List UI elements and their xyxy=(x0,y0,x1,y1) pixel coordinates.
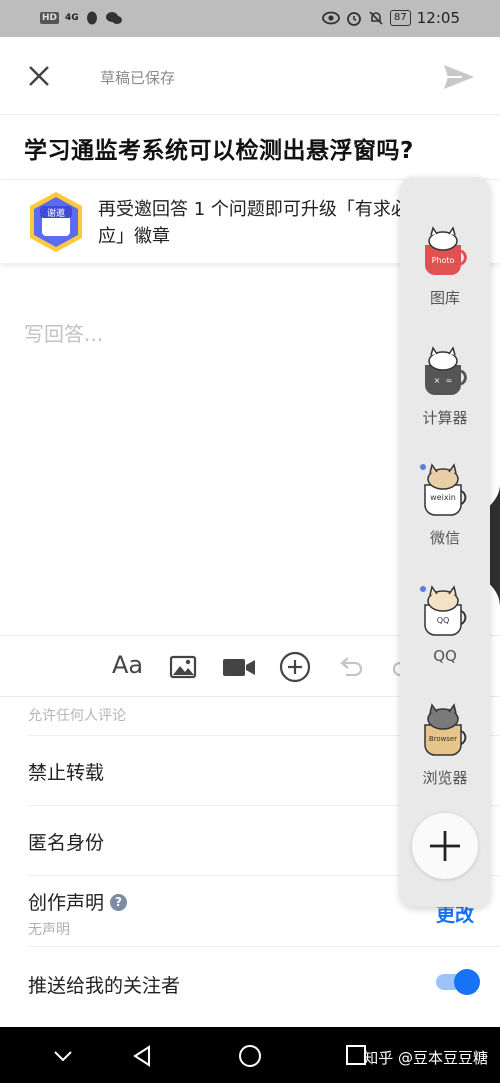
video-icon[interactable] xyxy=(222,650,256,684)
dock-item-wechat[interactable]: weixin 微信 xyxy=(400,455,490,565)
dock-item-calculator[interactable]: × = 计算器 xyxy=(400,335,490,445)
dock-item-qq[interactable]: QQ QQ xyxy=(400,575,490,685)
font-icon[interactable]: Aa xyxy=(112,651,143,685)
watermark: 知乎 @豆本豆豆糖 xyxy=(363,1049,488,1067)
cup-text: QQ xyxy=(437,616,450,625)
home-icon[interactable] xyxy=(237,1043,263,1069)
cup-text: Photo xyxy=(432,256,455,265)
no-repost-label: 禁止转载 xyxy=(28,762,105,784)
question-title: 学习通监考系统可以检测出悬浮窗吗? xyxy=(24,138,414,164)
wechat-notification-icon xyxy=(105,12,122,24)
redo-icon[interactable] xyxy=(390,650,400,684)
send-icon[interactable] xyxy=(442,62,476,92)
cat-cup-weixin-icon: weixin xyxy=(420,463,467,516)
toggle-knob xyxy=(454,969,480,995)
hd-badge: HD xyxy=(40,12,60,24)
cup-text: weixin xyxy=(430,493,456,502)
dock-label-qq: QQ xyxy=(433,647,457,665)
battery-indicator: 87 xyxy=(390,10,411,26)
hide-nav-icon[interactable] xyxy=(50,1043,76,1069)
declaration-value: 无声明 xyxy=(28,922,70,938)
status-bar: HD 4G 87 12:05 xyxy=(0,0,500,37)
help-icon[interactable]: ? xyxy=(110,894,128,911)
invite-medal-icon: 谢邀 xyxy=(30,192,82,252)
dock-item-gallery[interactable]: Photo 图库 xyxy=(400,215,490,325)
mute-icon xyxy=(369,11,383,25)
draft-status: 草稿已保存 xyxy=(100,69,176,87)
push-followers-row: 推送给我的关注者 xyxy=(28,946,500,1016)
clock: 12:05 xyxy=(416,9,460,27)
status-right: 87 12:05 xyxy=(322,9,460,27)
svg-text:=: = xyxy=(446,376,453,385)
close-icon[interactable] xyxy=(24,61,54,91)
image-icon[interactable] xyxy=(169,650,197,684)
answer-input[interactable]: 写回答... xyxy=(24,318,103,347)
cat-cup-qq-icon: QQ xyxy=(420,585,467,636)
top-toolbar: 草稿已保存 xyxy=(0,37,500,115)
dock-label-browser: 浏览器 xyxy=(422,769,468,787)
cat-cup-calculator-icon: × = xyxy=(425,346,467,395)
network-indicator: 4G xyxy=(65,12,79,23)
cup-text: Browser xyxy=(429,735,457,743)
cat-cup-photo-icon: Photo xyxy=(425,226,467,275)
back-icon[interactable] xyxy=(130,1043,156,1069)
invite-text: 再受邀回答 1 个问题即可升级「有求必应」徽章 xyxy=(98,199,409,247)
comment-permission[interactable]: 允许任何人评论 xyxy=(28,705,126,725)
push-followers-toggle[interactable] xyxy=(436,969,480,995)
declaration-text: 创作声明 xyxy=(28,892,105,914)
dock-label-calculator: 计算器 xyxy=(422,409,468,427)
anonymous-label: 匿名身份 xyxy=(28,832,105,854)
plus-icon[interactable] xyxy=(412,813,478,879)
dock-label-gallery: 图库 xyxy=(429,289,460,307)
floating-app-dock: Photo 图库 × = 计算器 weixin 微信 QQ QQ Browser… xyxy=(400,177,490,907)
alarm-icon xyxy=(347,12,361,26)
dock-item-browser[interactable]: Browser 浏览器 xyxy=(400,695,490,805)
add-circle-icon[interactable] xyxy=(279,650,311,684)
eye-icon xyxy=(322,11,340,25)
qq-notification-icon xyxy=(86,11,97,25)
dock-label-wechat: 微信 xyxy=(429,529,460,547)
status-left: HD 4G xyxy=(40,10,123,26)
push-followers-label: 推送给我的关注者 xyxy=(28,975,181,997)
svg-text:×: × xyxy=(434,376,441,385)
cat-cup-browser-icon: Browser xyxy=(424,703,467,756)
medal-text: 谢邀 xyxy=(47,207,65,219)
undo-icon[interactable] xyxy=(336,650,364,684)
declaration-label: 创作声明? xyxy=(28,888,128,915)
navigation-bar: 知乎 @豆本豆豆糖 xyxy=(0,1027,500,1083)
